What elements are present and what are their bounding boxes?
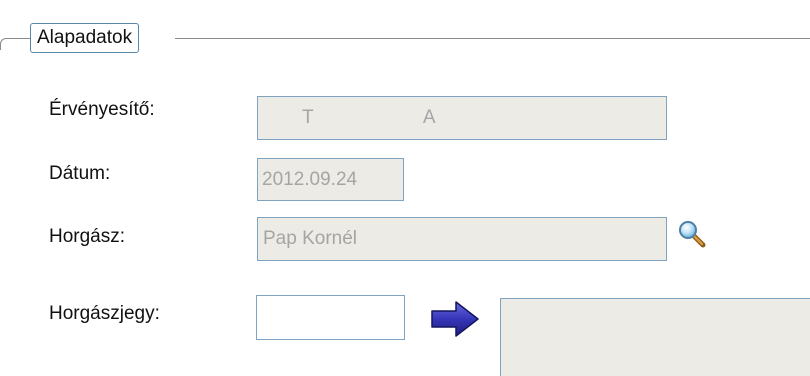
horgaszjegy-input[interactable] [256, 295, 405, 340]
datum-field[interactable]: 2012.09.24 [257, 158, 404, 201]
ervenyesito-label: Érvényesítő: [49, 99, 155, 120]
search-icon[interactable] [677, 219, 707, 249]
arrow-right-icon[interactable] [430, 300, 482, 338]
datum-label: Dátum: [49, 163, 111, 184]
horgaszjegy-label: Horgászjegy: [49, 303, 160, 324]
ervenyesito-value-first: T [302, 107, 314, 128]
group-frame-line [175, 38, 810, 39]
horgaszjegy-details-box [500, 298, 810, 376]
group-frame-left [0, 38, 30, 50]
horgasz-label: Horgász: [49, 226, 126, 247]
form-page: Alapadatok Érvényesítő: T A Dátum: 2012.… [0, 0, 810, 376]
group-legend: Alapadatok [30, 23, 140, 53]
ervenyesito-field[interactable]: T A [257, 96, 667, 140]
ervenyesito-value-second: A [422, 107, 436, 128]
horgasz-field[interactable]: Pap Kornél [257, 217, 667, 261]
